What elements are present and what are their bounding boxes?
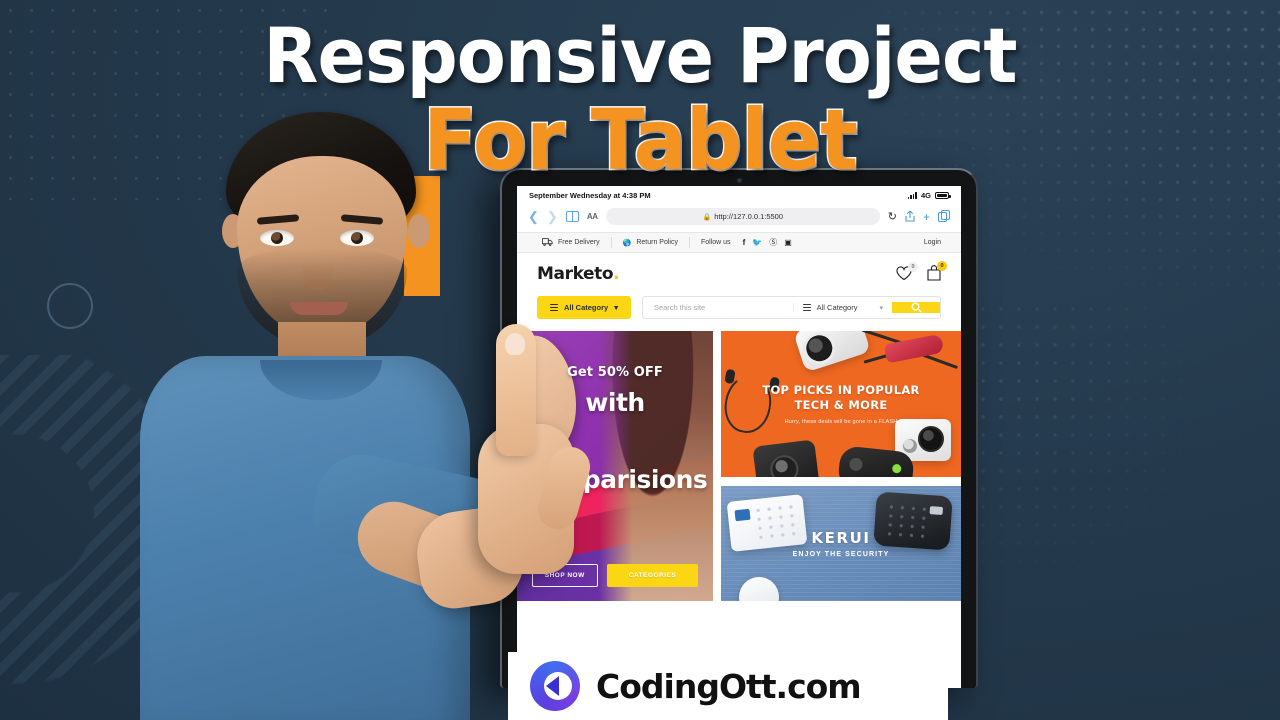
browser-toolbar: ❮ ❯ AA 🔒 http://127.0.0.1:5500 ↻ + [517, 203, 961, 232]
network-type-label: 4G [920, 191, 931, 200]
free-delivery-item[interactable]: Free Delivery [531, 237, 611, 248]
all-category-button[interactable]: All Category ▾ [537, 296, 631, 319]
hero-line-2: with [585, 388, 645, 417]
tabs-icon[interactable] [938, 209, 950, 224]
youtube-thumbnail: Responsive Project For Tablet September … [0, 0, 1280, 720]
lock-icon: 🔒 [702, 213, 712, 221]
signal-bars-icon [907, 192, 917, 199]
promo-kerui-subtitle: ENJOY THE SECURITY [792, 551, 890, 558]
return-policy-item[interactable]: 🌎 Return Policy [612, 239, 689, 247]
search-submit-button[interactable] [892, 302, 940, 313]
reload-icon[interactable]: ↻ [888, 210, 897, 223]
globe-icon: 🌎 [622, 239, 632, 247]
site-header: Marketo. 0 0 [517, 253, 961, 293]
wishlist-button[interactable]: 0 [896, 261, 918, 283]
status-datetime: September Wednesday at 4:38 PM [529, 191, 651, 200]
all-category-label: All Category [564, 303, 609, 312]
brand-name: Marketo [537, 264, 614, 284]
chevron-down-icon: ▾ [879, 304, 883, 312]
channel-brand-text: CodingOtt.com [596, 666, 862, 706]
tablet-camera-icon [736, 178, 742, 183]
twitter-icon[interactable]: 🐦 [752, 238, 762, 247]
return-policy-label: Return Policy [636, 239, 678, 246]
social-links: f 🐦 Ⓢ ▣ [743, 237, 792, 248]
header-actions: 0 0 [896, 261, 947, 283]
promo-card-kerui[interactable]: KERUI ENJOY THE SECURITY [721, 486, 961, 601]
truck-icon [542, 237, 553, 248]
orange-accent-bar-top [404, 176, 440, 296]
ios-status-bar: September Wednesday at 4:38 PM 4G [517, 186, 961, 203]
url-text: http://127.0.0.1:5500 [714, 212, 784, 221]
speaker-prop-image [752, 439, 820, 477]
url-bar[interactable]: 🔒 http://127.0.0.1:5500 [605, 208, 880, 225]
tablet-screen: September Wednesday at 4:38 PM 4G ❮ ❯ AA [517, 186, 961, 688]
battery-icon [935, 192, 951, 199]
chevron-down-icon: ▾ [614, 303, 618, 312]
site-utility-bar: Free Delivery 🌎 Return Policy Follow us … [517, 232, 961, 253]
categories-button[interactable]: CATEGORIES [606, 564, 699, 587]
hero-section: Get 50% OFF with Comparisions SHOP NOW C… [517, 331, 961, 601]
sensor-prop-image [739, 577, 779, 601]
text-size-label[interactable]: AA [587, 212, 598, 221]
promo-column: TOP PICKS IN POPULAR TECH & MORE Hurry, … [721, 331, 961, 601]
orange-accent-bar-bottom [404, 470, 444, 566]
follow-us-label: Follow us [700, 239, 731, 246]
cart-count-badge: 0 [937, 261, 947, 271]
plus-icon[interactable]: + [923, 211, 930, 223]
promo-tech-title: TOP PICKS IN POPULAR TECH & MORE [762, 383, 919, 412]
login-link[interactable]: Login [924, 239, 947, 246]
hero-buttons: SHOP NOW CATEGORIES [517, 564, 713, 587]
chevron-left-icon[interactable]: ❮ [528, 210, 539, 223]
hero-line-3: Comparisions [522, 465, 708, 494]
share-icon[interactable] [905, 210, 915, 224]
background-circle-outline [47, 283, 93, 329]
hamburger-icon [802, 304, 811, 311]
codingott-logo-icon [530, 661, 580, 711]
promo-tech-title-line2: TECH & MORE [794, 397, 888, 412]
chevron-right-icon[interactable]: ❯ [547, 210, 558, 223]
search-category-label: All Category [816, 303, 858, 312]
search-category-select[interactable]: All Category ▾ [792, 303, 892, 312]
promo-tech-title-line1: TOP PICKS IN POPULAR [762, 383, 920, 398]
wishlist-count-badge: 0 [908, 261, 918, 272]
free-delivery-label: Free Delivery [558, 239, 600, 246]
tablet-device: September Wednesday at 4:38 PM 4G ❮ ❯ AA [500, 168, 978, 688]
brand-dot: . [613, 264, 620, 284]
drone-prop-image [859, 331, 959, 377]
promo-tech-subtitle: Hurry, these deals will be gone in a FLA… [784, 418, 898, 425]
cart-button[interactable]: 0 [927, 261, 947, 283]
keypad-white-prop-image [726, 494, 808, 552]
search-section: All Category ▾ All Category ▾ [517, 293, 961, 331]
site-logo[interactable]: Marketo. [537, 264, 620, 284]
shop-now-button[interactable]: SHOP NOW [531, 564, 598, 587]
follow-us-group: Follow us f 🐦 Ⓢ ▣ [690, 237, 803, 248]
status-indicators: 4G [907, 191, 951, 200]
hamburger-icon [550, 304, 558, 311]
background-stripes-arc [0, 355, 240, 685]
hero-copy: Get 50% OFF with Comparisions [517, 365, 713, 494]
facebook-icon[interactable]: f [743, 238, 746, 247]
background-dots-topleft [0, 0, 330, 200]
search-input[interactable] [642, 303, 793, 312]
logo-arrow-shape [546, 676, 559, 696]
hero-eyebrow: Get 50% OFF [567, 365, 663, 380]
book-icon[interactable] [565, 211, 579, 222]
promo-card-tech[interactable]: TOP PICKS IN POPULAR TECH & MORE Hurry, … [721, 331, 961, 477]
channel-logo-bar: CodingOtt.com [508, 652, 948, 720]
keypad-dark-prop-image [873, 491, 953, 551]
search-box[interactable]: All Category ▾ [641, 296, 941, 319]
instagram-icon[interactable]: ▣ [784, 238, 792, 247]
hero-banner-card[interactable]: Get 50% OFF with Comparisions SHOP NOW C… [517, 331, 713, 601]
promo-kerui-title: KERUI [811, 529, 871, 547]
pinterest-icon[interactable]: Ⓢ [769, 237, 777, 248]
